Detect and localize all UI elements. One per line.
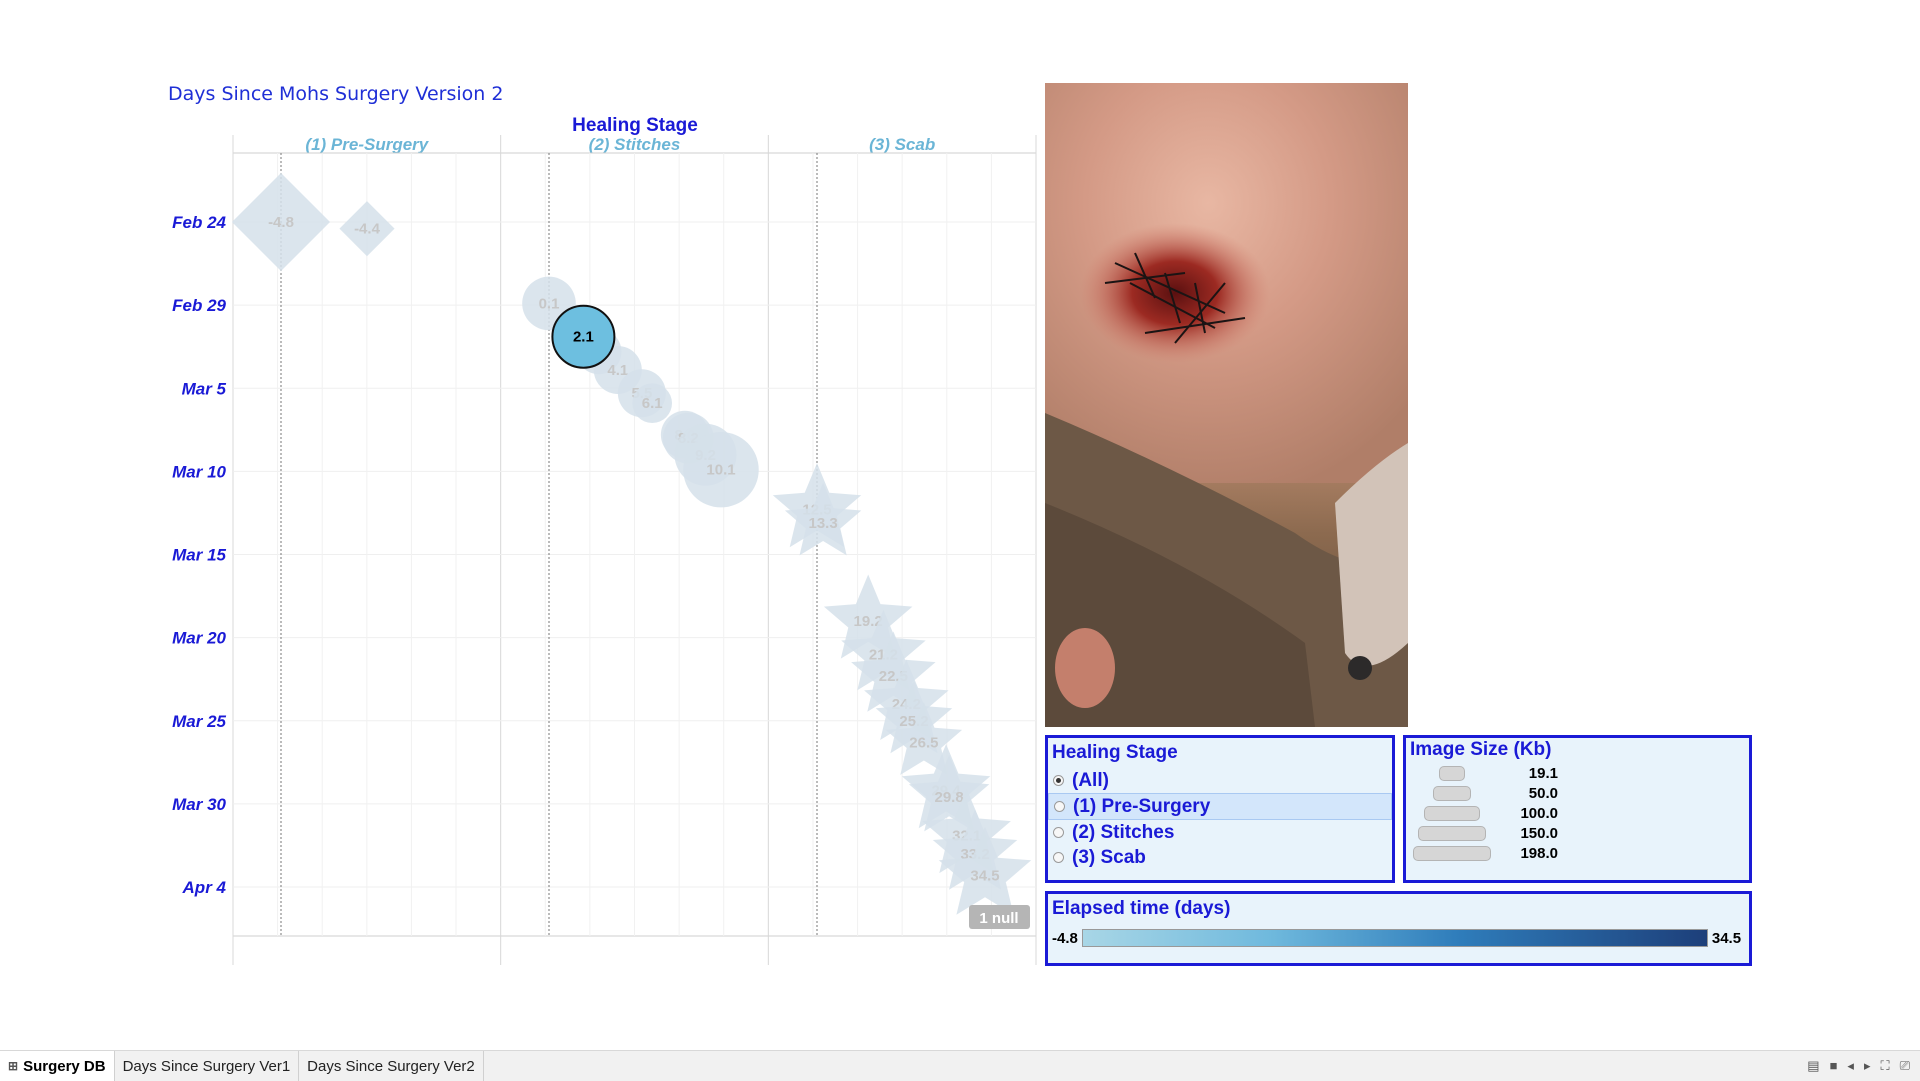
size-swatch	[1424, 805, 1480, 821]
size-legend: Image Size (Kb) 19.1 50.0 100.0 150.0 19…	[1403, 735, 1752, 883]
filter-option-label: (3) Scab	[1072, 846, 1146, 868]
size-value: 150.0	[1520, 824, 1558, 842]
filter-option-label: (All)	[1072, 769, 1109, 791]
data-label: 34.5	[970, 867, 999, 884]
filter-option-pre-surgery[interactable]: (1) Pre-Surgery	[1048, 793, 1392, 820]
size-legend-item: 50.0	[1406, 783, 1749, 803]
size-swatch	[1413, 845, 1491, 861]
filter-option-all[interactable]: (All)	[1048, 768, 1392, 793]
column-header-label: (3) Scab	[869, 135, 935, 154]
size-value: 198.0	[1520, 844, 1558, 862]
y-tick-label: Mar 25	[172, 712, 226, 731]
size-swatch	[1418, 825, 1486, 841]
size-legend-item: 100.0	[1406, 803, 1749, 823]
color-legend-max: 34.5	[1711, 929, 1742, 947]
y-tick-label: Mar 30	[172, 795, 226, 814]
color-legend-min: -4.8	[1052, 929, 1078, 947]
tab-surgery-db[interactable]: ⊞ Surgery DB	[0, 1051, 115, 1081]
column-header-title: Healing Stage	[572, 115, 698, 136]
color-legend: Elapsed time (days) -4.8 34.5	[1045, 891, 1752, 966]
data-label: -4.8	[268, 214, 294, 231]
size-legend-item: 150.0	[1406, 823, 1749, 843]
size-value: 19.1	[1528, 764, 1558, 782]
column-header-label: (2) Stitches	[589, 135, 681, 154]
show-filmstrip-icon[interactable]: ▤	[1807, 1058, 1819, 1074]
size-value: 100.0	[1520, 804, 1558, 822]
size-value: 50.0	[1528, 784, 1558, 802]
filter-option-scab[interactable]: (3) Scab	[1048, 845, 1392, 870]
y-tick-label: Mar 5	[182, 379, 227, 398]
radio-icon[interactable]	[1054, 801, 1065, 812]
size-legend-item: 198.0	[1406, 843, 1749, 863]
color-legend-title: Elapsed time (days)	[1052, 898, 1231, 919]
size-swatch	[1433, 785, 1471, 801]
y-tick-label: Mar 20	[172, 629, 226, 648]
size-legend-item: 19.1	[1406, 763, 1749, 783]
grid-icon: ⊞	[8, 1059, 19, 1073]
y-tick-label: Feb 29	[172, 296, 226, 315]
healing-stage-filter: Healing Stage (All) (1) Pre-Surgery (2) …	[1045, 735, 1395, 883]
sheet-tab-bar: ⊞ Surgery DB Days Since Surgery Ver1 Day…	[0, 1050, 1920, 1081]
data-label: 29.8	[935, 789, 964, 806]
presentation-icon[interactable]: ⎚	[1900, 1058, 1910, 1074]
y-tick-label: Apr 4	[182, 878, 227, 897]
tab-label: Days Since Surgery Ver1	[122, 1057, 291, 1075]
show-sheet-icon[interactable]: ■	[1830, 1058, 1838, 1074]
wound-photo-image	[1045, 83, 1408, 727]
fullscreen-icon[interactable]: ⛶	[1880, 1058, 1889, 1074]
data-label: 0.1	[539, 295, 560, 312]
data-label: 10.1	[706, 462, 735, 479]
data-label: 2.1	[573, 329, 594, 346]
column-header-label: (1) Pre-Surgery	[305, 135, 429, 154]
wound-photo	[1045, 83, 1408, 727]
radio-icon[interactable]	[1053, 852, 1064, 863]
data-label: 13.3	[809, 515, 838, 532]
filter-title: Healing Stage	[1052, 742, 1178, 763]
tab-label: Days Since Surgery Ver2	[307, 1057, 475, 1075]
data-label: -4.4	[354, 221, 381, 238]
y-tick-label: Mar 15	[172, 546, 226, 565]
tab-days-since-surgery-ver2[interactable]: Days Since Surgery Ver2	[299, 1051, 484, 1081]
null-indicator-label: 1 null	[979, 910, 1018, 927]
y-tick-label: Mar 10	[172, 462, 226, 481]
prev-sheet-icon[interactable]: ◂	[1847, 1058, 1854, 1074]
next-sheet-icon[interactable]: ▸	[1864, 1058, 1871, 1074]
filter-option-stitches[interactable]: (2) Stitches	[1048, 820, 1392, 845]
sheet-nav-controls: ▤ ■ ◂ ▸ ⛶ ⎚	[1807, 1058, 1910, 1074]
radio-icon[interactable]	[1053, 827, 1064, 838]
scatter-chart: Healing Stage (1) Pre-Surgery (2) Stitches…	[172, 115, 1037, 965]
filter-option-label: (1) Pre-Surgery	[1073, 795, 1211, 817]
radio-selected-icon[interactable]	[1053, 775, 1064, 786]
size-swatch	[1439, 765, 1465, 781]
y-tick-label: Feb 24	[172, 213, 226, 232]
data-label: 6.1	[642, 395, 663, 412]
size-legend-title: Image Size (Kb)	[1410, 739, 1552, 760]
tab-days-since-surgery-ver1[interactable]: Days Since Surgery Ver1	[115, 1051, 300, 1081]
data-label: 26.5	[909, 734, 938, 751]
tab-label: Surgery DB	[23, 1057, 106, 1075]
color-gradient-bar	[1081, 929, 1708, 947]
filter-option-label: (2) Stitches	[1072, 821, 1175, 843]
